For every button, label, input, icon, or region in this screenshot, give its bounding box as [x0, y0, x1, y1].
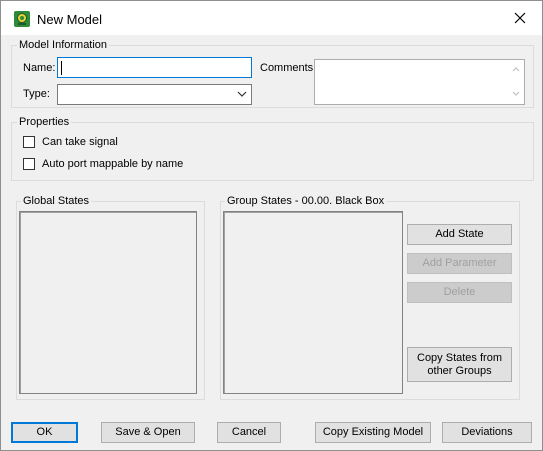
- text-caret: [61, 61, 62, 75]
- window-title: New Model: [37, 12, 103, 27]
- copy-states-line2: other Groups: [427, 364, 492, 377]
- add-parameter-button[interactable]: Add Parameter: [407, 253, 512, 274]
- ok-button[interactable]: OK: [11, 422, 78, 443]
- comments-scrollbar[interactable]: [508, 60, 524, 104]
- properties-group: [11, 122, 534, 181]
- auto-port-label[interactable]: Auto port mappable by name: [42, 158, 183, 171]
- group-states-legend: Group States - 00.00. Black Box: [225, 195, 387, 208]
- type-label: Type:: [23, 88, 50, 100]
- group-states-list[interactable]: [223, 211, 403, 394]
- delete-button[interactable]: Delete: [407, 282, 512, 303]
- global-states-list[interactable]: [19, 211, 197, 394]
- type-combobox[interactable]: [57, 84, 252, 105]
- scroll-up-icon[interactable]: [508, 63, 524, 77]
- add-state-button[interactable]: Add State: [407, 224, 512, 245]
- comments-label: Comments:: [260, 62, 317, 74]
- deviations-button[interactable]: Deviations: [442, 422, 532, 443]
- close-button[interactable]: [498, 1, 542, 35]
- properties-legend: Properties: [17, 116, 72, 129]
- new-model-dialog: New Model Model Information Name: Type: …: [0, 0, 543, 451]
- name-label: Name:: [23, 62, 56, 74]
- name-input[interactable]: [57, 57, 252, 78]
- can-take-signal-label[interactable]: Can take signal: [42, 136, 118, 149]
- close-icon: [514, 12, 526, 24]
- chevron-down-icon[interactable]: [236, 89, 248, 99]
- save-open-button[interactable]: Save & Open: [101, 422, 195, 443]
- model-information-legend: Model Information: [17, 39, 110, 52]
- auto-port-checkbox[interactable]: [23, 158, 35, 170]
- app-icon: [14, 11, 30, 27]
- copy-existing-model-button[interactable]: Copy Existing Model: [315, 422, 431, 443]
- can-take-signal-checkbox[interactable]: [23, 136, 35, 148]
- cancel-button[interactable]: Cancel: [217, 422, 281, 443]
- title-bar: New Model: [1, 1, 542, 35]
- comments-textarea[interactable]: [314, 59, 525, 105]
- copy-states-from-other-groups-button[interactable]: Copy States from other Groups: [407, 347, 512, 382]
- copy-states-line1: Copy States from: [417, 351, 502, 364]
- scroll-down-icon[interactable]: [508, 87, 524, 101]
- global-states-legend: Global States: [21, 195, 92, 208]
